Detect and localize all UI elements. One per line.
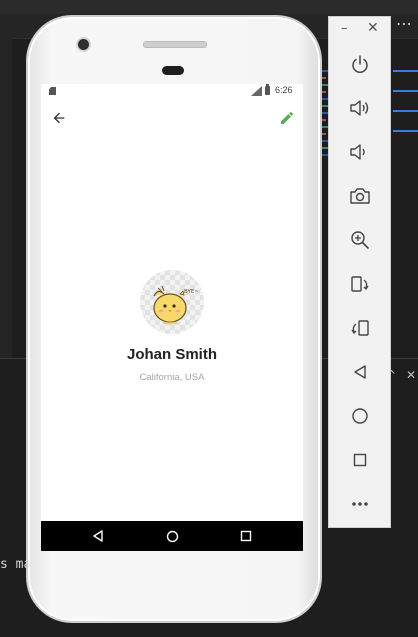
phone-screen: 6:26 BYE~ Johan Smith California, USA [41,84,303,551]
rotate-right-icon [351,320,369,336]
home-icon [352,408,368,424]
front-camera [78,39,89,50]
camera-icon [350,188,370,204]
more-tool-button[interactable] [345,489,375,519]
volume-down-icon [350,144,365,160]
screenshot-button[interactable] [345,181,375,211]
editor-minimap [393,70,418,170]
back-tool-button[interactable] [345,357,375,387]
chick-sticker-icon: BYE~ [153,285,199,325]
desktop: ⋯ ^ ✕ s ma 6:26 BYE~ Johan Smith Califor… [0,0,418,637]
back-icon [354,365,366,379]
profile-card: BYE~ Johan Smith California, USA [41,270,303,383]
editor-title-bar [0,0,418,14]
zoom-button[interactable] [345,225,375,255]
nav-back-button[interactable] [88,526,108,546]
phone-frame: 6:26 BYE~ Johan Smith California, USA [28,17,320,621]
volume-down-button[interactable] [345,137,375,167]
earpiece-speaker [143,41,207,48]
minimize-button[interactable]: – [341,21,348,36]
more-icon [352,502,368,506]
zoom-icon [351,231,369,249]
back-triangle-icon [93,530,103,542]
status-time: 6:26 [275,85,293,95]
avatar[interactable]: BYE~ [140,270,204,334]
power-icon [352,55,368,73]
window-controls: – ✕ [329,20,390,41]
overview-icon [353,453,367,467]
back-button[interactable] [47,106,71,130]
volume-up-icon [350,100,369,116]
editor-more-actions[interactable]: ⋯ [396,14,413,33]
rotate-left-icon [351,276,369,292]
status-bar: 6:26 [41,84,303,98]
home-circle-icon [166,530,178,542]
system-nav-bar [41,521,303,551]
power-button[interactable] [345,49,375,79]
svg-text:BYE~: BYE~ [184,289,199,295]
pencil-icon [281,111,294,124]
nav-home-button[interactable] [162,526,182,546]
proximity-sensor [162,66,184,75]
recents-square-icon [240,530,252,542]
battery-icon [265,84,270,95]
close-panel-icon[interactable]: ✕ [406,368,416,382]
nav-recents-button[interactable] [236,526,256,546]
volume-up-button[interactable] [345,93,375,123]
rotate-left-button[interactable] [345,269,375,299]
editor-terminal-text: s ma [0,557,32,572]
home-tool-button[interactable] [345,401,375,431]
arrow-back-icon [53,112,65,124]
emulator-toolbar: – ✕ [328,16,391,528]
close-button[interactable]: ✕ [367,20,379,36]
editor-sidebar [0,38,12,358]
overview-tool-button[interactable] [345,445,375,475]
rotate-right-button[interactable] [345,313,375,343]
profile-location: California, USA [139,372,205,383]
sim-card-icon [49,87,56,95]
signal-icon [251,86,262,96]
profile-name: Johan Smith [126,346,217,363]
app-bar [41,98,303,142]
edit-button[interactable] [275,106,299,130]
